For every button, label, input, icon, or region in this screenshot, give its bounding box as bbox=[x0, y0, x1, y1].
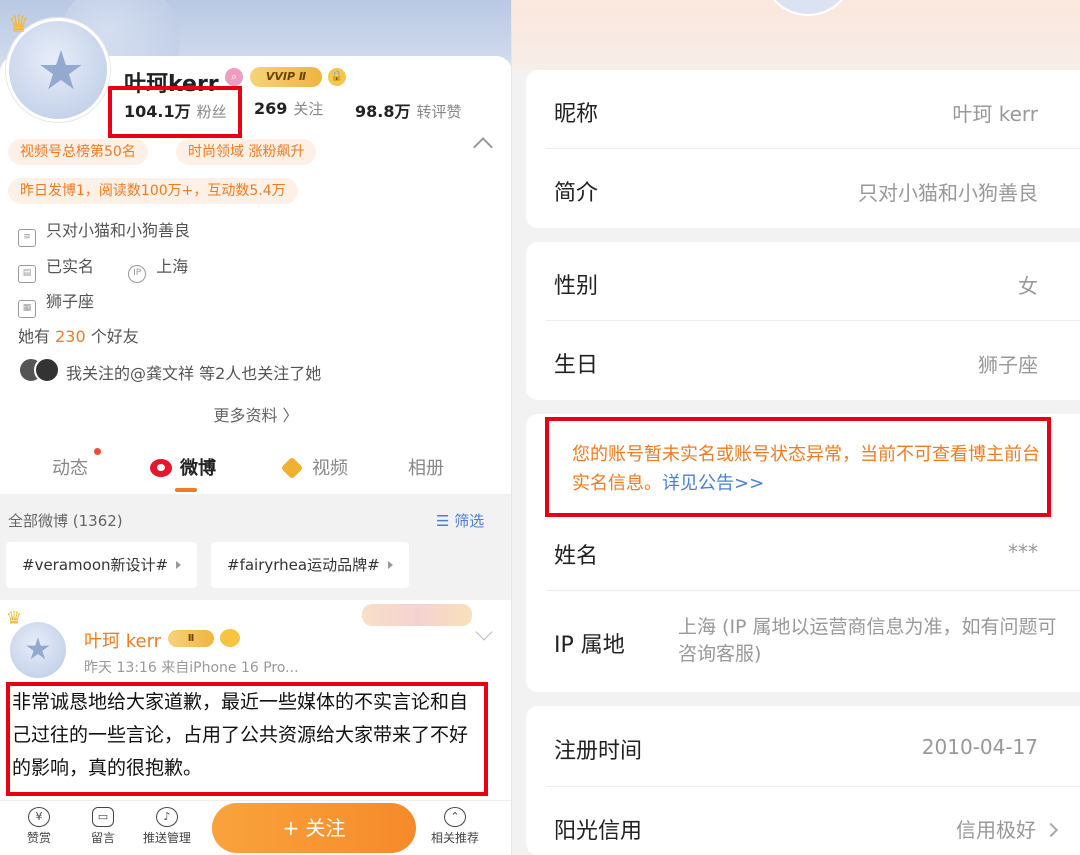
tab-album[interactable]: 相册 bbox=[408, 454, 444, 480]
chip-arrow-icon bbox=[387, 561, 393, 569]
avatar bbox=[762, 0, 854, 16]
profile-detail-panel: 昵称 叶珂 kerr 简介 只对小猫和小狗善良 性别 女 生日 狮子座 您的账号… bbox=[512, 0, 1080, 855]
emoji-badge-icon bbox=[220, 629, 240, 647]
highlight-box-notice bbox=[545, 417, 1051, 517]
row-nickname[interactable]: 昵称 叶珂 kerr bbox=[526, 70, 1080, 148]
topic-chip[interactable]: #fairyrhea运动品牌# bbox=[211, 542, 409, 588]
tab-video[interactable]: 视频 bbox=[280, 454, 348, 480]
tag-yesterday-stats[interactable]: 昨日发博1，阅读数100万+，互动数5.4万 bbox=[8, 178, 298, 204]
stat-following[interactable]: 269 关注 bbox=[254, 98, 323, 119]
info-friends[interactable]: 她有 230 个好友 bbox=[18, 323, 139, 347]
all-weibo-count[interactable]: 全部微博 (1362) bbox=[8, 510, 123, 531]
lock-badge-icon[interactable]: 🔒 bbox=[328, 68, 346, 86]
bottom-action-bar: ¥ 赞赏 ▭ 留言 ♪ 推送管理 + 关注 ⌃ 相关推荐 bbox=[0, 800, 512, 855]
row-ip-value: 上海 (IP 属地以运营商信息为准，如有问题可咨询客服) bbox=[678, 616, 1057, 665]
card-personal: 性别 女 生日 狮子座 bbox=[526, 242, 1080, 400]
card-account: 注册时间 2010-04-17 阳光信用 信用极好 bbox=[526, 706, 1080, 855]
follow-button[interactable]: + 关注 bbox=[212, 803, 416, 853]
decoration-sticker bbox=[362, 604, 472, 626]
message-icon: ▭ bbox=[92, 807, 114, 827]
calendar-icon: ▦ bbox=[18, 300, 36, 318]
post-meta: 昨天 13:16 来自iPhone 16 Pro... bbox=[84, 660, 299, 676]
star-avatar-icon: ★ bbox=[36, 39, 86, 102]
topic-chip[interactable]: #veramoon新设计# bbox=[6, 542, 198, 588]
message-button[interactable]: ▭ 留言 bbox=[73, 807, 133, 846]
tag-rank[interactable]: 视频号总榜第50名 bbox=[8, 139, 148, 165]
row-birthday[interactable]: 生日 狮子座 bbox=[526, 321, 1080, 399]
row-register-time: 注册时间 2010-04-17 bbox=[554, 735, 1038, 764]
post-author[interactable]: 叶珂 kerr bbox=[84, 627, 161, 653]
info-bio: ≡ 只对小猫和小狗善良 bbox=[18, 217, 190, 247]
info-zodiac: ▦ 狮子座 bbox=[18, 288, 94, 318]
stat-interactions[interactable]: 98.8万 转评赞 bbox=[355, 98, 462, 122]
mutual-avatars[interactable] bbox=[18, 357, 62, 383]
row-gender[interactable]: 性别 女 bbox=[526, 242, 1080, 320]
row-intro[interactable]: 简介 只对小猫和小狗善良 bbox=[526, 149, 1080, 227]
push-settings-button[interactable]: ♪ 推送管理 bbox=[137, 807, 197, 846]
bell-icon: ♪ bbox=[156, 807, 178, 827]
profile-tabs: 动态 微博 视频 相册 bbox=[0, 440, 512, 494]
chevron-right-icon bbox=[1043, 822, 1059, 838]
mutual-follow-text[interactable]: 我关注的@龚文祥 等2人也关注了她 bbox=[66, 360, 321, 384]
detail-header bbox=[512, 0, 1080, 70]
crown-icon: ♛ bbox=[6, 608, 23, 629]
reward-icon: ¥ bbox=[28, 807, 50, 827]
search-badge-icon[interactable]: ⌕ bbox=[225, 68, 243, 86]
id-card-icon: ▤ bbox=[18, 265, 36, 283]
reward-button[interactable]: ¥ 赞赏 bbox=[9, 807, 69, 846]
tab-weibo[interactable]: 微博 bbox=[150, 454, 216, 480]
feed-header: 全部微博 (1362) ☰ 筛选 #veramoon新设计# #fairyrhe… bbox=[0, 494, 512, 600]
chevron-up-circle-icon: ⌃ bbox=[444, 807, 466, 827]
vip-badge[interactable]: Ⅱ bbox=[168, 630, 214, 647]
friend-avatar bbox=[34, 357, 60, 383]
info-verify-ip: ▤ 已实名 IP 上海 bbox=[18, 253, 188, 283]
video-icon bbox=[280, 456, 304, 480]
ip-icon: IP bbox=[128, 265, 147, 283]
weibo-profile-panel: ★ ♛ 叶珂kerr ⌕ VVIP Ⅱ 🔒 104.1万 粉丝 269 关注 98.… bbox=[0, 0, 512, 855]
notification-dot bbox=[94, 448, 101, 455]
weibo-logo-icon bbox=[150, 459, 172, 477]
related-button[interactable]: ⌃ 相关推荐 bbox=[425, 807, 485, 846]
document-icon: ≡ bbox=[18, 229, 36, 247]
post-avatar[interactable]: ★ bbox=[10, 622, 66, 678]
post-menu-chevron-icon[interactable] bbox=[475, 623, 493, 641]
filter-button[interactable]: ☰ 筛选 bbox=[436, 510, 484, 531]
row-credit[interactable]: 阳光信用 信用极好 bbox=[526, 787, 1080, 855]
tab-active-indicator bbox=[175, 488, 197, 492]
tag-fashion[interactable]: 时尚领域 涨粉飙升 bbox=[176, 139, 317, 165]
vvip-badge[interactable]: VVIP Ⅱ bbox=[250, 67, 322, 87]
tab-dynamic[interactable]: 动态 bbox=[52, 454, 88, 480]
more-info-link[interactable]: 更多资料 〉 bbox=[0, 402, 512, 426]
row-ip-label: IP 属地 bbox=[554, 633, 625, 658]
row-realname: 姓名 *** bbox=[554, 540, 1038, 569]
chip-arrow-icon bbox=[176, 561, 182, 569]
card-basic: 昵称 叶珂 kerr 简介 只对小猫和小狗善良 bbox=[526, 70, 1080, 228]
highlight-box-post bbox=[6, 682, 488, 796]
crown-icon: ♛ bbox=[8, 10, 30, 38]
highlight-box-fans bbox=[108, 86, 242, 138]
